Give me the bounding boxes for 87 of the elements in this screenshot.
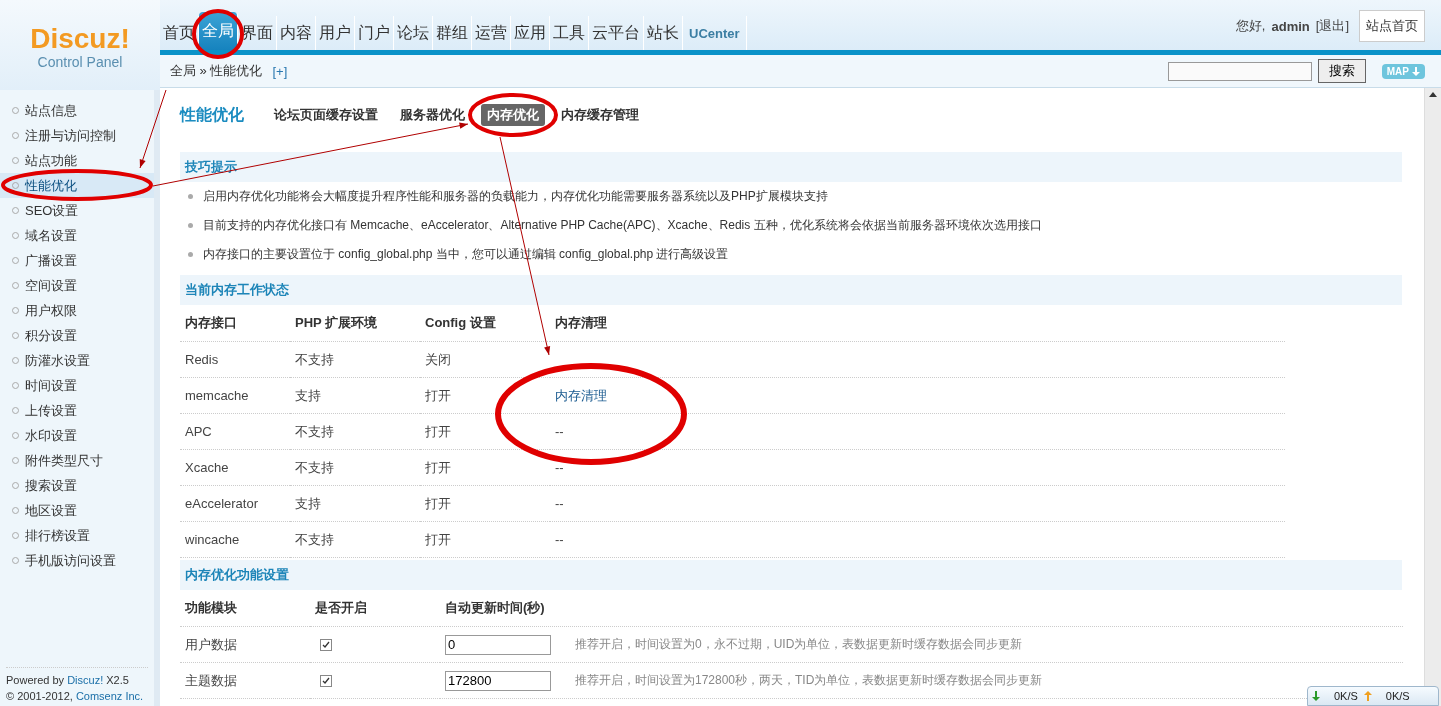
table-cell: 打开 [420, 378, 550, 414]
column-header: 内存接口 [180, 305, 290, 342]
breadcrumb: 全局 » 性能优化 [170, 62, 263, 80]
table-cell: -- [555, 532, 564, 547]
sub-tab[interactable]: 论坛页面缓存设置 [268, 104, 384, 126]
table-cell: 打开 [420, 522, 550, 558]
table-cell: Xcache [180, 450, 290, 486]
user-name: admin [1271, 18, 1310, 34]
table-cell: memcache [180, 378, 290, 414]
download-arrow-icon [1312, 691, 1320, 701]
bullet-icon [188, 194, 193, 199]
greeting-text: 您好, [1235, 17, 1266, 35]
upload-speed: 0K/S [1385, 690, 1410, 702]
table-cell: -- [555, 424, 564, 439]
annotation-ellipse [192, 9, 244, 59]
section-title: 当前内存工作状态 [185, 281, 289, 299]
sidebar-item[interactable]: 地区设置 [0, 498, 154, 523]
table-cell: APC [180, 414, 290, 450]
table-cell: 打开 [420, 486, 550, 522]
column-header: 内存清理 [550, 305, 1285, 342]
table-cell: eAccelerator [180, 486, 290, 522]
table-cell: 支持 [290, 486, 420, 522]
search-field[interactable] [1167, 61, 1312, 81]
logo-subtitle: Control Panel [37, 54, 123, 70]
sidebar-item[interactable]: 积分设置 [0, 323, 154, 348]
add-link[interactable]: [+] [272, 63, 288, 79]
upload-arrow-icon [1363, 691, 1372, 701]
search-button[interactable]: 搜索 [1317, 59, 1366, 83]
time-input[interactable]: 172800 [445, 670, 551, 691]
sidebar-item[interactable]: 排行榜设置 [0, 523, 154, 548]
column-header: 自动更新时间(秒) [440, 590, 1403, 627]
table-cell: 打开 [420, 450, 550, 486]
note-text: 推荐开启，时间设置为172800秒，两天，TID为单位，表数据更新时缓存数据会同步更新 [575, 672, 1043, 689]
table-cell: 不支持 [290, 414, 420, 450]
sidebar-item[interactable]: 手机版访问设置 [0, 548, 154, 573]
download-speed: 0K/S [1334, 690, 1358, 702]
clear-link[interactable]: 内存清理 [555, 386, 607, 405]
sidebar-item[interactable]: 防灌水设置 [0, 348, 154, 373]
sidebar-item[interactable]: 站点功能 [0, 148, 154, 173]
powered-by-text: Powered by Discuz! X2.5 [6, 673, 130, 688]
brand-link[interactable]: Discuz! [67, 674, 104, 686]
sidebar-item[interactable]: SEO设置 [0, 198, 154, 223]
sidebar-item[interactable]: 广播设置 [0, 248, 154, 273]
bullet-icon [188, 252, 193, 257]
table-cell: wincache [180, 522, 290, 558]
bullet-icon [188, 223, 193, 228]
section-title: 内存优化功能设置 [185, 566, 289, 584]
sidebar-item[interactable]: 站点信息 [0, 98, 154, 123]
sidebar-item[interactable]: 附件类型尺寸 [0, 448, 154, 473]
sidebar-item[interactable]: 水印设置 [0, 423, 154, 448]
sidebar-item[interactable]: 注册与访问控制 [0, 123, 154, 148]
scroll-up-icon[interactable] [1429, 92, 1437, 97]
note-text: 推荐开启，时间设置为0，永不过期，UID为单位，表数据更新时缓存数据会同步更新 [575, 636, 1023, 653]
table-cell: 不支持 [290, 342, 420, 378]
column-header: 功能模块 [180, 590, 310, 627]
column-header: Config 设置 [420, 305, 550, 342]
page-title: 性能优化 [180, 104, 244, 125]
down-arrow-icon [1412, 66, 1420, 76]
sidebar-item[interactable]: 域名设置 [0, 223, 154, 248]
table-cell: -- [555, 460, 564, 475]
table-cell: 打开 [420, 414, 550, 450]
table-cell: 不支持 [290, 522, 420, 558]
sub-tab[interactable]: 内存缓存管理 [555, 104, 645, 126]
table-cell: 不支持 [290, 450, 420, 486]
logout-link[interactable]: [退出] [1315, 17, 1349, 35]
copyright-text: © 2001-2012, Comsenz Inc. [6, 689, 145, 704]
table-cell: Redis [180, 342, 290, 378]
sidebar-item[interactable]: 用户权限 [0, 298, 154, 323]
checkbox[interactable] [320, 674, 332, 687]
scrollbar[interactable] [1424, 88, 1441, 706]
logo-name: Discuz! [30, 24, 130, 54]
column-header: 是否开启 [310, 590, 440, 627]
table-cell: -- [555, 496, 564, 511]
site-home-button[interactable]: 站点首页 [1359, 10, 1425, 42]
sidebar-item[interactable]: 空间设置 [0, 273, 154, 298]
table-cell: 用户数据 [180, 627, 310, 663]
checkbox[interactable] [320, 638, 332, 651]
sidebar-item[interactable]: 搜索设置 [0, 473, 154, 498]
sidebar-item[interactable]: 上传设置 [0, 398, 154, 423]
time-input[interactable]: 0 [445, 634, 551, 655]
column-header: PHP 扩展环境 [290, 305, 420, 342]
company-link[interactable]: Comsenz Inc. [75, 690, 144, 702]
table-cell: 主题数据 [180, 663, 310, 699]
sidebar-item[interactable]: 时间设置 [0, 373, 154, 398]
sub-tab[interactable]: 服务器优化 [394, 104, 471, 126]
table-cell: 支持 [290, 378, 420, 414]
sub-tab[interactable]: 内存优化 [481, 104, 545, 126]
